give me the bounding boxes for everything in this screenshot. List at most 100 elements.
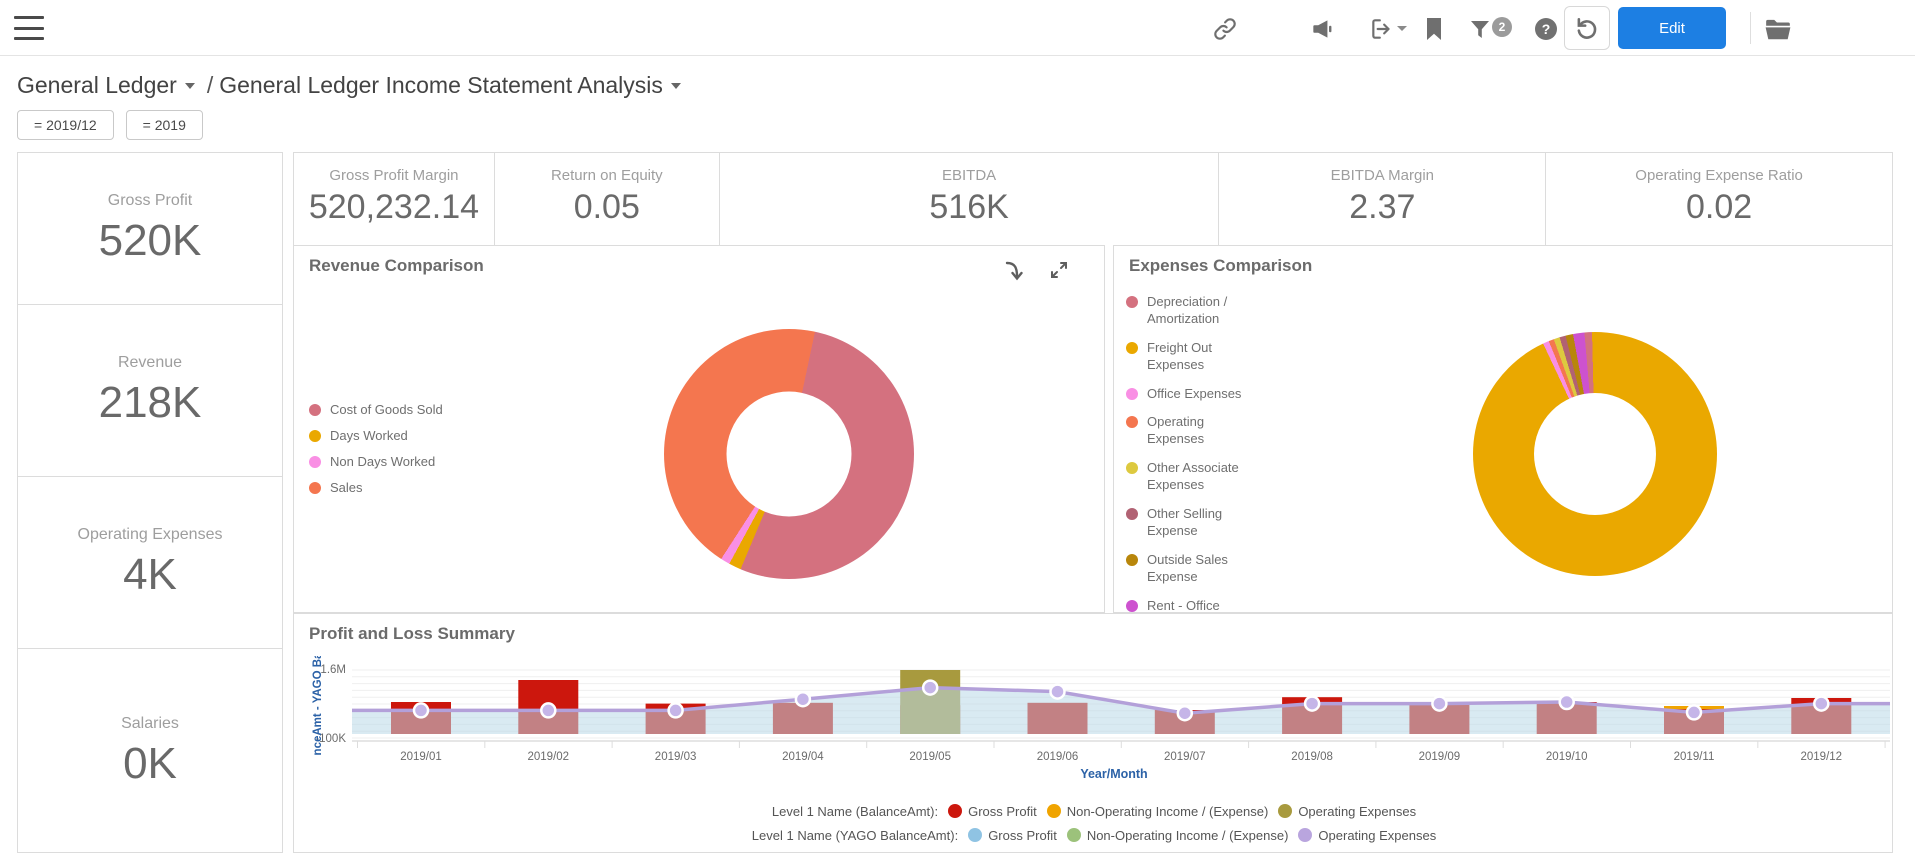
left-kpi-revenue: Revenue 218K [18, 304, 282, 476]
top-kpi-return-on-equity: Return on Equity 0.05 [493, 153, 719, 245]
drill-arrow-icon[interactable] [1003, 260, 1025, 287]
legend-item[interactable]: Gross Profit [948, 804, 1037, 819]
line-marker[interactable] [1049, 683, 1066, 700]
folder-icon[interactable] [1762, 13, 1794, 45]
kpi-label: Return on Equity [550, 167, 663, 184]
legend-label: Non-Operating Income / (Expense) [1086, 827, 1289, 843]
x-tick-label: 2019/04 [782, 751, 824, 763]
megaphone-icon[interactable] [1306, 13, 1338, 45]
left-kpi-operating-expenses: Operating Expenses 4K [18, 476, 282, 648]
breadcrumb: General Ledger / General Ledger Income Sta… [17, 72, 687, 99]
legend-swatch [1126, 508, 1138, 521]
legend-item[interactable]: Sales [309, 480, 443, 497]
legend-item[interactable]: Operating Expenses [1126, 414, 1276, 448]
legend-item[interactable]: Rent - Office [1126, 598, 1276, 612]
legend-item[interactable]: Other Selling Expense [1126, 506, 1276, 540]
legend-label: Sales [330, 479, 363, 495]
line-marker[interactable] [1813, 695, 1830, 712]
legend-swatch [309, 429, 321, 442]
legend-swatch [948, 804, 963, 818]
line-marker[interactable] [412, 702, 430, 719]
line-marker[interactable] [667, 702, 684, 719]
kpi-value: 0.05 [573, 188, 640, 226]
breadcrumb-folder[interactable]: General Ledger [17, 72, 177, 98]
x-tick-label: 2019/10 [1546, 751, 1588, 763]
x-tick-label: 2019/09 [1419, 751, 1461, 763]
help-icon[interactable]: ? [1530, 13, 1562, 45]
x-tick-label: 2019/03 [655, 751, 697, 763]
legend-label: Non-Operating Income / (Expense) [1066, 803, 1269, 819]
line-marker[interactable] [1176, 704, 1194, 722]
legend-item[interactable]: Freight Out Expenses [1126, 340, 1276, 374]
kpi-label: Revenue [117, 353, 183, 371]
line-marker[interactable] [1431, 695, 1448, 712]
x-tick-label: 2019/08 [1291, 751, 1333, 763]
legend-row-label: Level 1 Name (BalanceAmt): [771, 803, 939, 819]
legend-item[interactable]: Gross Profit [968, 828, 1057, 843]
legend-swatch [1046, 804, 1061, 818]
profit-loss-legends: Level 1 Name (BalanceAmt): Gross Profit No… [294, 799, 1892, 847]
expenses-donut-chart[interactable] [1473, 332, 1717, 576]
kpi-value: 516K [929, 188, 1009, 226]
chevron-down-icon[interactable] [184, 82, 195, 89]
kpi-label: Salaries [121, 714, 179, 732]
kpi-value: 0.02 [1686, 188, 1753, 226]
line-marker[interactable] [921, 679, 939, 696]
legend-label: Operating Expenses [1147, 414, 1205, 447]
kpi-value: 2.37 [1349, 188, 1416, 226]
export-caret-icon[interactable] [1394, 13, 1410, 45]
kpi-value: 0K [123, 738, 177, 788]
edit-button[interactable]: Edit [1618, 7, 1726, 49]
legend-item[interactable]: Depreciation / Amortization [1126, 294, 1276, 328]
line-marker[interactable] [1558, 693, 1575, 711]
legend-label: Operating Expenses [1298, 803, 1417, 819]
legend-label: Freight Out Expenses [1147, 339, 1213, 372]
legend-swatch [1126, 416, 1138, 429]
legend-swatch [968, 828, 983, 842]
undo-icon [1577, 18, 1597, 39]
line-marker[interactable] [1303, 695, 1321, 712]
line-marker[interactable] [540, 702, 557, 719]
panel-title: Revenue Comparison [309, 256, 484, 275]
filter-icon[interactable] [1464, 13, 1496, 45]
legend-item[interactable]: Non-Operating Income / (Expense) [1046, 803, 1269, 819]
legend-label: Outside Sales Expense [1147, 551, 1228, 584]
kpi-value: 520,232.14 [308, 188, 480, 226]
line-marker[interactable] [1685, 704, 1703, 721]
filter-chip[interactable]: = 2019 [125, 110, 203, 140]
chevron-down-icon[interactable] [670, 82, 681, 89]
legend-item[interactable]: Cost of Goods Sold [309, 402, 443, 419]
panel-title: Expenses Comparison [1129, 256, 1313, 275]
legend-swatch [1126, 341, 1138, 354]
legend-label: Gross Profit [968, 803, 1037, 819]
left-kpi-salaries: Salaries 0K [18, 648, 282, 854]
filter-chip[interactable]: = 2019/12 [17, 110, 114, 140]
kpi-value: 4K [123, 549, 177, 599]
legend-item[interactable]: Days Worked [309, 428, 443, 445]
legend-swatch [1278, 804, 1293, 818]
revenue-donut-chart[interactable] [664, 329, 914, 579]
line-marker[interactable] [794, 690, 812, 708]
link-icon[interactable] [1209, 13, 1241, 45]
legend-item[interactable]: Operating Expenses [1278, 804, 1416, 819]
legend-item[interactable]: Non-Operating Income / (Expense) [1066, 827, 1289, 843]
legend-label: Operating Expenses [1318, 827, 1437, 843]
legend-swatch [1298, 828, 1313, 842]
legend-item[interactable]: Non Days Worked [309, 454, 443, 471]
expand-icon[interactable] [1049, 260, 1069, 287]
legend-item[interactable]: Other Associate Expenses [1126, 460, 1276, 494]
menu-icon[interactable] [12, 13, 46, 43]
legend-item[interactable]: Operating Expenses [1298, 828, 1436, 843]
kpi-value: 218K [98, 377, 202, 427]
legend-label: Gross Profit [988, 827, 1057, 843]
undo-button[interactable] [1564, 6, 1610, 50]
legend-item[interactable]: Outside Sales Expense [1126, 552, 1276, 586]
breadcrumb-separator: / [206, 72, 214, 98]
legend-swatch [309, 455, 321, 468]
profit-loss-chart[interactable]: 1.6M-100K2019/01 2019/02 2019/03 2019/04 201… [294, 656, 1892, 786]
legend-item[interactable]: Office Expenses [1126, 386, 1276, 403]
y-tick-label: 1.6M [320, 664, 346, 676]
bookmark-icon[interactable] [1418, 13, 1450, 45]
legend-label: Days Worked [330, 427, 408, 443]
breadcrumb-page[interactable]: General Ledger Income Statement Analysis [219, 72, 663, 98]
